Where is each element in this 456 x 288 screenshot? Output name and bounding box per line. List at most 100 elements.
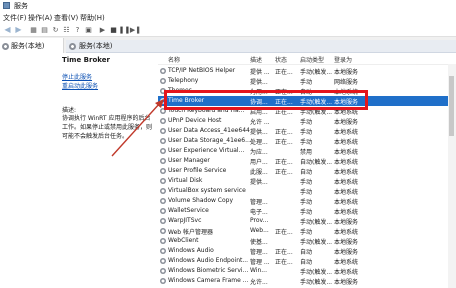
- service-log-on-as: 本地系统: [334, 169, 359, 176]
- service-name: User Data Access_41ee644: [168, 127, 250, 134]
- restart-service-icon[interactable]: ▶❚: [130, 25, 141, 34]
- service-description: Prov...: [250, 217, 269, 224]
- title-bar: 服务: [0, 0, 456, 12]
- table-row[interactable]: TCP/IP NetBIOS Helper 提供 ... 正在... 手动(触发...…: [158, 66, 456, 76]
- service-startup-type: 手动(触发...: [300, 279, 333, 286]
- service-status: 正在...: [275, 169, 293, 176]
- service-log-on-as: 本地系统: [334, 209, 359, 216]
- table-row[interactable]: User Manager 用户... 正在... 自动(触发... 本地系统: [158, 156, 456, 166]
- stop-service-icon[interactable]: ■: [109, 25, 118, 34]
- service-log-on-as: 网络服务: [334, 79, 359, 86]
- gear-icon: [160, 118, 166, 124]
- service-description: 提供 ...: [250, 69, 270, 76]
- pause-service-icon[interactable]: ❚❚: [119, 25, 131, 34]
- service-description: 此服...: [250, 169, 268, 176]
- restart-service-link[interactable]: 重启动此服务: [62, 81, 98, 90]
- menu-action[interactable]: 操作(A): [28, 13, 52, 23]
- description-label: 描述:: [62, 107, 77, 114]
- toolbar: ◀ ▶ ▦ ▤ ↻ ☷ ? ▣ ▶ ■ ❚❚ ▶❚: [0, 23, 456, 37]
- service-description: 提供...: [250, 179, 268, 186]
- service-startup-type: 手动(触发...: [300, 239, 333, 246]
- column-header-status[interactable]: 状态: [275, 55, 287, 64]
- table-row[interactable]: Web 帐户管理器 Web... 正在... 手动 本地系统: [158, 226, 456, 236]
- column-header-log-on-as[interactable]: 登录为: [334, 55, 352, 64]
- table-row[interactable]: Telephony 提供... 手动 网络服务: [158, 76, 456, 86]
- table-row[interactable]: Windows Audio 管理... 正在... 自动 本地服务: [158, 246, 456, 256]
- gear-icon: [160, 278, 166, 284]
- gear-icon: [160, 178, 166, 184]
- service-name: Windows Camera Frame ...: [168, 277, 249, 284]
- table-row[interactable]: WalletService 电子... 手动 本地系统: [158, 206, 456, 216]
- service-log-on-as: 本地服务: [334, 279, 359, 286]
- service-name: Windows Audio: [168, 247, 214, 254]
- table-row[interactable]: User Profile Service 此服... 正在... 自动 本地系统: [158, 166, 456, 176]
- table-row[interactable]: WebClient 使基... 手动(触发... 本地服务: [158, 236, 456, 246]
- service-description: Web...: [250, 227, 269, 234]
- service-name: User Experience Virtual...: [168, 147, 245, 154]
- service-name: Virtual Disk: [168, 177, 203, 184]
- list-view-icon[interactable]: ▤: [40, 25, 49, 34]
- menu-file[interactable]: 文件(F): [3, 13, 27, 23]
- table-row[interactable]: VirtualBox system service 手动 本地系统: [158, 186, 456, 196]
- service-startup-type: 手动: [300, 79, 313, 86]
- service-description: Win...: [250, 267, 267, 274]
- service-startup-type: 自动(触发...: [300, 159, 333, 166]
- service-log-on-as: 本地服务: [334, 239, 359, 246]
- service-status: 正在...: [275, 69, 293, 76]
- service-log-on-as: 本地服务: [334, 249, 359, 256]
- scrollbar-thumb[interactable]: [449, 76, 454, 136]
- start-service-icon[interactable]: ▶: [98, 25, 107, 34]
- service-name: Telephony: [168, 77, 199, 84]
- menu-view[interactable]: 查看(V): [54, 13, 78, 23]
- service-log-on-as: 本地服务: [334, 69, 359, 76]
- table-row[interactable]: User Experience Virtual... 为应... 禁用 本地系统: [158, 146, 456, 156]
- refresh-icon[interactable]: ↻: [51, 25, 60, 34]
- column-header-name[interactable]: 名称: [168, 55, 180, 64]
- service-log-on-as: 本地系统: [334, 139, 359, 146]
- service-name: Web 帐户管理器: [168, 229, 213, 236]
- table-row[interactable]: Windows Biometric Servi... Win... 手动(触发...…: [158, 266, 456, 276]
- help-icon[interactable]: ?: [73, 25, 82, 34]
- service-startup-type: 手动: [300, 229, 313, 236]
- service-status: 正在...: [275, 259, 293, 266]
- column-header-startup-type[interactable]: 启动类型: [300, 55, 324, 64]
- service-status: 正在...: [275, 229, 293, 236]
- forward-icon[interactable]: ▶: [14, 25, 23, 34]
- gear-icon: [160, 168, 166, 174]
- table-row[interactable]: User Data Access_41ee644 提供... 正在... 手动 本地系统: [158, 126, 456, 136]
- service-name: User Manager: [168, 157, 210, 164]
- service-log-on-as: 本地服务: [334, 119, 359, 126]
- gear-icon: [160, 258, 166, 264]
- table-row[interactable]: Windows Audio Endpoint... 管理 ... 正在... 自动 本地…: [158, 256, 456, 266]
- service-description: 使基...: [250, 239, 268, 246]
- service-log-on-as: 本地系统: [334, 179, 359, 186]
- selected-service-name: Time Broker: [62, 56, 110, 64]
- table-row[interactable]: Volume Shadow Copy 管理... 手动 本地系统: [158, 196, 456, 206]
- gear-icon: [160, 268, 166, 274]
- service-log-on-as: 本地系统: [334, 159, 359, 166]
- stop-service-link[interactable]: 停止此服务: [62, 72, 92, 81]
- table-row[interactable]: WarpJITSvc Prov... 手动(触发... 本地服务: [158, 216, 456, 226]
- window-title: 服务: [14, 2, 28, 10]
- services-list: 名称 描述 状态 启动类型 登录为 TCP/IP NetBIOS Helper 提…: [158, 53, 456, 288]
- list-scrollbar[interactable]: [448, 64, 456, 288]
- service-status: 正在...: [275, 129, 293, 136]
- table-row[interactable]: User Data Storage_41ee6... 处理... 正在... 手动 本地…: [158, 136, 456, 146]
- column-header-description[interactable]: 描述: [250, 55, 262, 64]
- menu-help[interactable]: 帮助(H): [80, 13, 105, 23]
- service-status: 正在...: [275, 159, 293, 166]
- table-row[interactable]: Virtual Disk 提供... 手动 本地系统: [158, 176, 456, 186]
- back-icon[interactable]: ◀: [3, 25, 12, 34]
- table-row[interactable]: UPnP Device Host 允许 ... 手动 本地服务: [158, 116, 456, 126]
- properties-icon[interactable]: ▣: [84, 25, 93, 34]
- gear-icon: [160, 238, 166, 244]
- service-log-on-as: 本地服务: [334, 219, 359, 226]
- table-row[interactable]: Windows Camera Frame ... 允许... 手动(触发... 本地服…: [158, 276, 456, 286]
- show-hide-tree-icon[interactable]: ▦: [29, 25, 38, 34]
- gear-icon: [160, 218, 166, 224]
- tree-node-services-local[interactable]: 服务(本地): [2, 41, 44, 51]
- service-log-on-as: 本地系统: [334, 269, 359, 276]
- gear-icon: [2, 42, 9, 50]
- service-startup-type: 手动(触发...: [300, 269, 333, 276]
- export-list-icon[interactable]: ☷: [62, 25, 71, 34]
